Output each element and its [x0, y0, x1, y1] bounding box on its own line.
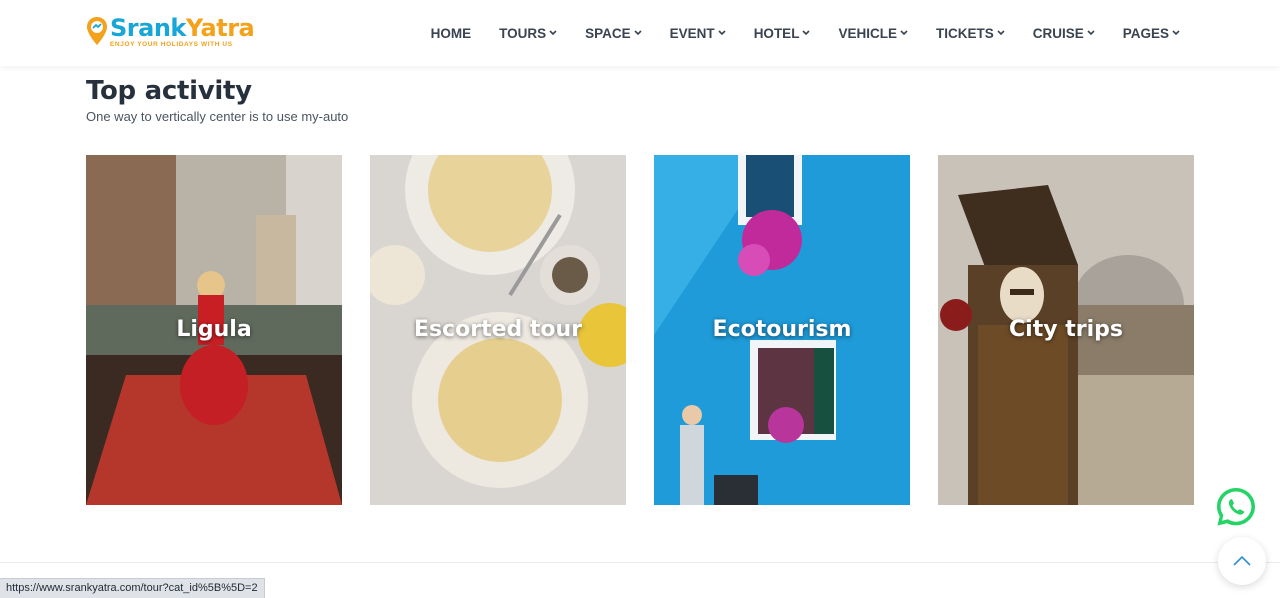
nav-space[interactable]: SPACE: [585, 26, 642, 41]
chevron-down-icon: [802, 30, 811, 36]
chevron-down-icon: [1087, 30, 1095, 36]
nav-hotel[interactable]: HOTEL: [754, 26, 811, 41]
chevron-down-icon: [1172, 30, 1180, 36]
nav-tours[interactable]: TOURS: [499, 26, 557, 41]
nav-tickets-label: TICKETS: [935, 25, 994, 41]
map-pin-logo-icon: [87, 17, 107, 45]
whatsapp-icon: [1217, 488, 1255, 526]
chevron-down-icon: [900, 30, 908, 36]
card-label: Ligula: [176, 317, 252, 342]
whatsapp-button[interactable]: [1214, 485, 1258, 529]
nav-hotel-label: HOTEL: [753, 25, 800, 41]
section-title: Top activity: [86, 76, 252, 106]
nav-home[interactable]: HOME: [431, 26, 472, 41]
nav-pages-label: PAGES: [1122, 25, 1169, 41]
card-label: Ecotourism: [712, 317, 852, 342]
activity-card-ecotourism[interactable]: Ecotourism: [654, 155, 910, 505]
section-divider: [0, 562, 1280, 563]
brand-logo[interactable]: SrankYatra ENJOY YOUR HOLIDAYS WITH US: [86, 14, 255, 48]
nav-vehicle-label: VEHICLE: [838, 25, 897, 41]
nav-pages[interactable]: PAGES: [1123, 26, 1180, 41]
nav-home-label: HOME: [430, 25, 472, 41]
nav-space-label: SPACE: [585, 25, 631, 41]
main-nav: HOME TOURS SPACE EVENT HOTEL VEHICLE TIC…: [431, 0, 1180, 66]
chevron-down-icon: [634, 30, 642, 36]
chevron-down-icon: [549, 30, 557, 36]
brand-name: SrankYatra: [110, 14, 255, 42]
nav-cruise[interactable]: CRUISE: [1033, 26, 1095, 41]
activity-card-escorted-tour[interactable]: Escorted tour: [370, 155, 626, 505]
nav-vehicle[interactable]: VEHICLE: [838, 26, 908, 41]
brand-name-part2: Yatra: [185, 14, 255, 42]
nav-tours-label: TOURS: [499, 25, 547, 41]
chevron-down-icon: [997, 30, 1005, 36]
nav-event[interactable]: EVENT: [670, 26, 726, 41]
activity-cards: Ligula Escorted tour Ecotourism City tri…: [86, 155, 1194, 505]
section-subtitle: One way to vertically center is to use m…: [86, 109, 349, 124]
nav-cruise-label: CRUISE: [1032, 25, 1084, 41]
brand-name-part1: Srank: [110, 14, 186, 42]
chevron-up-icon: [1233, 556, 1251, 566]
nav-tickets[interactable]: TICKETS: [936, 26, 1005, 41]
card-label: Escorted tour: [413, 317, 583, 342]
card-label: City trips: [1009, 317, 1123, 342]
brand-tagline: ENJOY YOUR HOLIDAYS WITH US: [110, 41, 233, 48]
site-header: SrankYatra ENJOY YOUR HOLIDAYS WITH US H…: [0, 0, 1280, 66]
nav-event-label: EVENT: [669, 25, 715, 41]
activity-card-ligula[interactable]: Ligula: [86, 155, 342, 505]
chevron-down-icon: [718, 30, 726, 36]
activity-card-city-trips[interactable]: City trips: [938, 155, 1194, 505]
scroll-to-top-button[interactable]: [1218, 537, 1266, 585]
status-bar-url: https://www.srankyatra.com/tour?cat_id%5…: [0, 578, 265, 598]
